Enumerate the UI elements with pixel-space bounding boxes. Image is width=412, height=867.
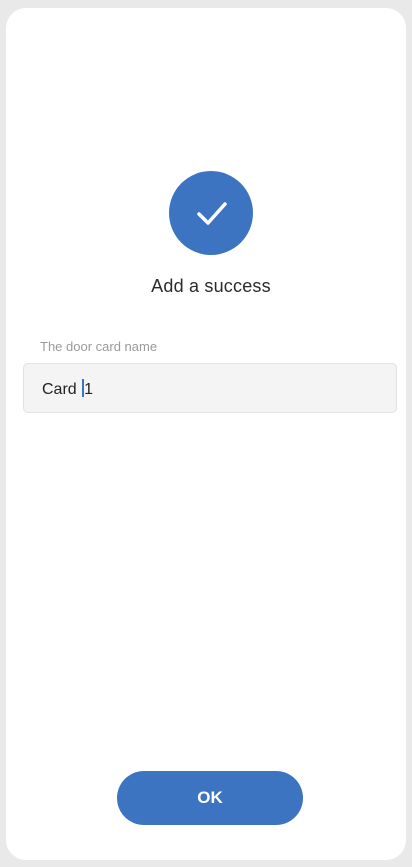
checkmark-icon <box>197 202 227 225</box>
ok-button[interactable]: OK <box>117 771 303 825</box>
card-name-text-tail: 1 <box>84 381 94 398</box>
success-screen: Add a success The door card name Card 1 … <box>6 8 406 860</box>
card-name-value: Card 1 <box>42 379 93 399</box>
card-name-text: Card <box>42 381 82 398</box>
card-name-input[interactable]: Card 1 <box>23 363 397 413</box>
success-badge <box>169 171 253 255</box>
success-message: Add a success <box>151 276 271 296</box>
card-name-label: The door card name <box>40 339 158 354</box>
